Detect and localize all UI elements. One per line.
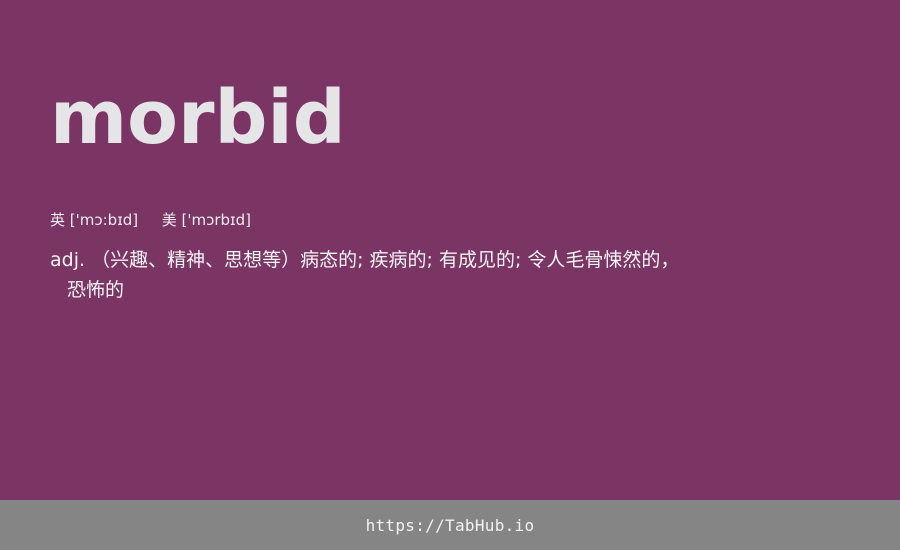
us-ipa: ['mɔrbɪd] bbox=[181, 211, 251, 229]
definition-line-1: adj. （兴趣、精神、思想等）病态的; 疾病的; 有成见的; 令人毛骨悚然的， bbox=[50, 245, 710, 275]
tabhub-link[interactable]: https://TabHub.io bbox=[366, 516, 535, 535]
part-of-speech: adj. bbox=[50, 249, 86, 271]
definition: adj. （兴趣、精神、思想等）病态的; 疾病的; 有成见的; 令人毛骨悚然的，… bbox=[50, 245, 710, 305]
word-card: morbid 英 ['mɔ:bɪd] 美 ['mɔrbɪd] adj. （兴趣、… bbox=[50, 68, 710, 305]
new-tab-page: morbid 英 ['mɔ:bɪd] 美 ['mɔrbɪd] adj. （兴趣、… bbox=[0, 0, 900, 550]
definition-line-2: 恐怖的 bbox=[67, 279, 125, 301]
definition-text-1: （兴趣、精神、思想等）病态的; 疾病的; 有成见的; 令人毛骨悚然的， bbox=[91, 249, 680, 271]
headword: morbid bbox=[50, 75, 346, 161]
uk-ipa: ['mɔ:bɪd] bbox=[69, 211, 139, 229]
uk-label: 英 bbox=[50, 211, 66, 229]
phonetics: 英 ['mɔ:bɪd] 美 ['mɔrbɪd] bbox=[50, 210, 710, 230]
us-label: 美 bbox=[161, 211, 177, 229]
footer-bar: https://TabHub.io bbox=[0, 500, 900, 550]
